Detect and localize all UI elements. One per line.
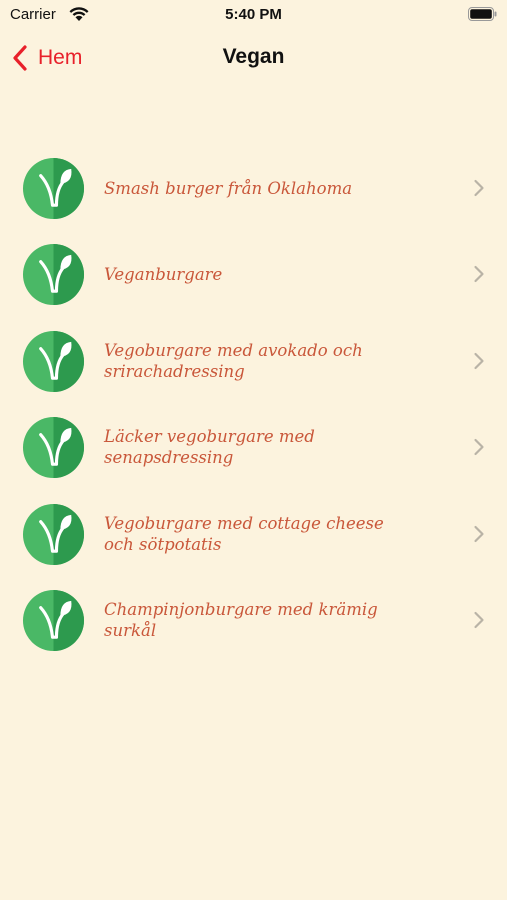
recipe-title: Läcker vegoburgare med senapsdressing <box>104 427 315 468</box>
status-time: 5:40 PM <box>225 6 282 23</box>
recipe-row[interactable]: Vegoburgare med avokado och srirachadres… <box>0 318 507 404</box>
chevron-right-icon <box>474 525 484 542</box>
page-title: Vegan <box>222 45 285 68</box>
recipe-row[interactable]: Veganburgare <box>0 231 507 317</box>
recipe-title: Vegoburgare med cottage cheese och sötpo… <box>104 513 384 554</box>
chevron-right-icon <box>474 611 484 629</box>
recipe-row[interactable]: Läcker vegoburgare med senapsdressing <box>0 404 507 490</box>
vegan-sprout-icon <box>22 589 85 651</box>
vegan-sprout-icon <box>22 330 85 392</box>
chevron-right-icon <box>474 266 484 283</box>
vegan-sprout-icon <box>22 503 85 565</box>
recipe-row[interactable]: Champinjonburgare med krämig surkål <box>0 577 507 663</box>
chevron-right-icon <box>474 352 484 369</box>
vegan-sprout-icon <box>22 417 85 479</box>
vegan-sprout-icon <box>22 244 85 306</box>
recipe-list: Smash burger från Oklahoma Veganburgare … <box>0 145 507 663</box>
status-bar: Carrier 5:40 PM <box>0 0 507 30</box>
battery-icon <box>468 7 497 21</box>
recipe-title: Smash burger från Oklahoma <box>104 178 353 198</box>
navigation-bar: Hem Vegan <box>0 30 507 86</box>
recipe-title: Vegoburgare med avokado och srirachadres… <box>104 340 363 381</box>
recipe-title: Veganburgare <box>104 264 223 284</box>
chevron-right-icon <box>474 179 484 197</box>
recipe-row[interactable]: Vegoburgare med cottage cheese och sötpo… <box>0 491 507 577</box>
chevron-right-icon <box>474 439 484 456</box>
recipe-row[interactable]: Smash burger från Oklahoma <box>0 145 507 231</box>
recipe-title: Champinjonburgare med krämig surkål <box>104 599 378 640</box>
vegan-sprout-icon <box>22 157 85 220</box>
